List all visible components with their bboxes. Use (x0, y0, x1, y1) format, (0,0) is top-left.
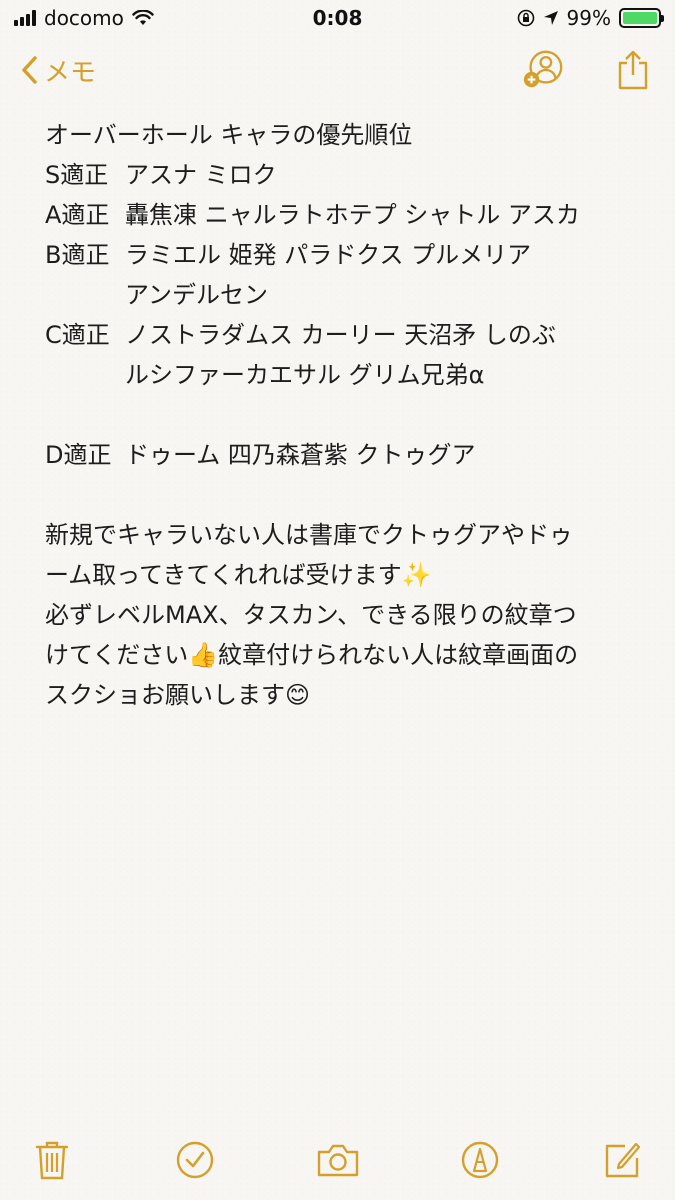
tier-line: アンデルセン (125, 281, 269, 309)
tier-names: ノストラダムス カーリー 天沼矛 しのぶ ルシファーカエサル グリム兄弟α (125, 315, 645, 395)
battery-percent: 99% (566, 6, 611, 30)
paragraph-line: 新規でキャラいない人は書庫でクトゥグアやドゥ (45, 521, 573, 549)
tier-c: C適正 ノストラダムス カーリー 天沼矛 しのぶ ルシファーカエサル グリム兄弟… (45, 315, 645, 395)
add-person-icon (523, 50, 563, 88)
tier-line: ドゥーム 四乃森蒼紫 クトゥグア (125, 441, 476, 469)
camera-icon (317, 1144, 358, 1177)
nav-bar: メモ (0, 40, 675, 100)
tier-d: D適正 ドゥーム 四乃森蒼紫 クトゥグア (45, 435, 645, 475)
checklist-button[interactable] (165, 1135, 225, 1185)
battery-fill (623, 12, 657, 24)
carrier-label: docomo (44, 6, 124, 30)
camera-button[interactable] (308, 1135, 368, 1185)
location-icon (543, 11, 558, 25)
paragraph-line: ーム取ってきてくれれば受けます✨ (45, 561, 432, 589)
back-button[interactable]: メモ (20, 52, 96, 89)
orientation-lock-icon (517, 9, 534, 27)
wifi-icon (132, 10, 154, 25)
trash-icon (35, 1141, 69, 1180)
tier-label: S適正 (45, 161, 109, 189)
nav-actions (521, 48, 655, 92)
tier-b: B適正 ラミエル 姫発 パラドクス プルメリア アンデルセン (45, 235, 645, 315)
tier-line: ノストラダムス カーリー 天沼矛 しのぶ (125, 321, 556, 349)
chevron-left-icon (22, 56, 37, 84)
share-icon (618, 50, 648, 90)
cellular-signal-icon (14, 10, 36, 26)
tier-names: ラミエル 姫発 パラドクス プルメリア アンデルセン (125, 235, 645, 315)
tier-a: A適正 轟焦凍 ニャルラトホテプ シャトル アスカ (45, 195, 645, 235)
tier-line: ルシファーカエサル グリム兄弟α (125, 361, 485, 389)
tier-label: D適正 (45, 441, 112, 469)
tier-line: アスナ ミロク (125, 161, 277, 189)
tier-names: 轟焦凍 ニャルラトホテプ シャトル アスカ (125, 195, 645, 235)
markup-button[interactable] (450, 1135, 510, 1185)
status-bar: docomo 0:08 99% (0, 0, 675, 36)
compose-button[interactable] (593, 1135, 653, 1185)
paragraph-line: けてください👍紋章付けられない人は紋章画面の (45, 641, 579, 669)
status-right: 99% (517, 6, 664, 30)
share-button[interactable] (611, 48, 655, 92)
paragraph-line: 必ずレベルMAX、タスカン、できる限りの紋章つ (45, 601, 577, 629)
back-label: メモ (44, 57, 97, 88)
checklist-icon (176, 1141, 213, 1179)
tier-label: C適正 (45, 321, 110, 349)
tier-label: A適正 (45, 201, 110, 229)
tier-line: ラミエル 姫発 パラドクス プルメリア (125, 241, 532, 269)
tier-label: B適正 (45, 241, 110, 269)
paragraph-line: スクショお願いします😊 (45, 681, 311, 709)
battery-icon (619, 8, 664, 28)
add-people-button[interactable] (521, 48, 565, 92)
note-paragraph: 新規でキャラいない人は書庫でクトゥグアやドゥ ーム取ってきてくれれば受けます✨ … (45, 515, 645, 715)
tier-names: アスナ ミロク (125, 155, 645, 195)
status-left: docomo (14, 6, 154, 30)
tier-line: 轟焦凍 ニャルラトホテプ シャトル アスカ (125, 201, 580, 229)
note-title: オーバーホール キャラの優先順位 (45, 121, 413, 149)
bottom-toolbar (0, 1130, 675, 1200)
tier-names: ドゥーム 四乃森蒼紫 クトゥグア (125, 435, 645, 475)
compose-icon (605, 1142, 641, 1178)
note-body[interactable]: オーバーホール キャラの優先順位 S適正 アスナ ミロク A適正 轟焦凍 ニャル… (45, 115, 645, 715)
delete-button[interactable] (22, 1135, 82, 1185)
tier-s: S適正 アスナ ミロク (45, 155, 645, 195)
markup-icon (462, 1141, 499, 1179)
